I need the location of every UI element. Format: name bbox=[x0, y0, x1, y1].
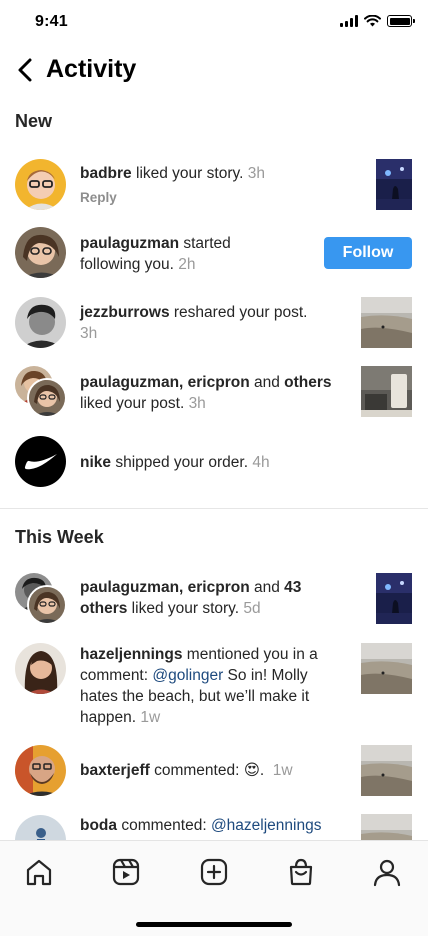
reply-button[interactable]: Reply bbox=[80, 190, 117, 205]
activity-text: paulaguzman, ericpron and others liked y… bbox=[80, 374, 332, 412]
username[interactable]: paulaguzman bbox=[80, 235, 179, 252]
timestamp: 1w bbox=[272, 762, 293, 779]
signal-icon bbox=[340, 15, 358, 27]
username[interactable]: paulaguzman, ericpron bbox=[80, 374, 250, 391]
create-icon[interactable] bbox=[199, 857, 229, 887]
post-thumbnail[interactable] bbox=[361, 745, 412, 796]
nike-avatar[interactable] bbox=[15, 436, 66, 487]
username[interactable]: baxterjeff bbox=[80, 762, 150, 779]
avatar[interactable] bbox=[15, 643, 66, 694]
avatar-group[interactable] bbox=[15, 366, 67, 418]
profile-icon[interactable] bbox=[372, 857, 402, 887]
others-link[interactable]: others bbox=[80, 600, 127, 617]
username[interactable]: badbre bbox=[80, 165, 132, 182]
avatar-group[interactable] bbox=[15, 573, 67, 625]
username[interactable]: jezzburrows bbox=[80, 304, 170, 321]
activity-text: paulaguzman started following you. 2h bbox=[80, 235, 231, 273]
battery-icon bbox=[387, 15, 415, 27]
status-time: 9:41 bbox=[35, 13, 68, 30]
section-divider bbox=[0, 508, 428, 509]
section-title-new: New bbox=[15, 111, 53, 131]
username[interactable]: hazeljennings bbox=[80, 646, 183, 663]
avatar bbox=[27, 378, 67, 418]
wifi-icon bbox=[364, 15, 381, 27]
status-bar: 9:41 bbox=[0, 0, 428, 46]
section-title-this-week: This Week bbox=[15, 527, 104, 547]
activity-text: paulaguzman, ericpron and 43 others like… bbox=[80, 579, 302, 617]
mention-link[interactable]: @hazeljennings bbox=[211, 817, 322, 834]
follow-button[interactable]: Follow bbox=[324, 237, 412, 269]
timestamp: 3h bbox=[188, 395, 206, 412]
timestamp: 1w bbox=[140, 709, 161, 726]
home-icon[interactable] bbox=[24, 857, 54, 887]
story-thumbnail[interactable] bbox=[376, 159, 412, 210]
activity-text: badbre liked your story. 3h bbox=[80, 165, 265, 182]
activity-text: baxterjeff commented: 😍. 1w bbox=[80, 762, 293, 779]
heart-eyes-emoji: 😍 bbox=[243, 762, 260, 779]
shop-icon[interactable] bbox=[286, 857, 316, 887]
timestamp: 2h bbox=[178, 256, 196, 273]
avatar[interactable] bbox=[15, 227, 66, 278]
username[interactable]: paulaguzman, ericpron bbox=[80, 579, 250, 596]
username[interactable]: nike bbox=[80, 454, 111, 471]
home-indicator bbox=[136, 922, 292, 927]
story-thumbnail[interactable] bbox=[376, 573, 412, 624]
post-thumbnail[interactable] bbox=[361, 643, 412, 694]
status-icons bbox=[340, 15, 415, 27]
activity-text: boda commented: @hazeljennings bbox=[80, 817, 322, 834]
reels-icon[interactable] bbox=[111, 857, 141, 887]
mention-link[interactable]: @golinger bbox=[152, 667, 223, 684]
header: Activity bbox=[0, 48, 428, 92]
others-link[interactable]: others bbox=[284, 374, 331, 391]
chevron-left-icon[interactable] bbox=[14, 57, 38, 83]
avatar[interactable] bbox=[15, 745, 66, 796]
avatar bbox=[27, 585, 67, 625]
activity-text: nike shipped your order. 4h bbox=[80, 454, 270, 471]
timestamp: 4h bbox=[252, 454, 270, 471]
post-thumbnail[interactable] bbox=[361, 366, 412, 417]
activity-text: jezzburrows reshared your post. 3h bbox=[80, 304, 308, 342]
page-title: Activity bbox=[46, 55, 137, 83]
activity-text: hazeljennings mentioned you in a comment… bbox=[80, 646, 318, 726]
timestamp: 3h bbox=[80, 325, 98, 342]
timestamp: 3h bbox=[247, 165, 265, 182]
timestamp: 5d bbox=[243, 600, 261, 617]
post-thumbnail[interactable] bbox=[361, 297, 412, 348]
avatar[interactable] bbox=[15, 297, 66, 348]
avatar[interactable] bbox=[15, 159, 66, 210]
username[interactable]: boda bbox=[80, 817, 117, 834]
